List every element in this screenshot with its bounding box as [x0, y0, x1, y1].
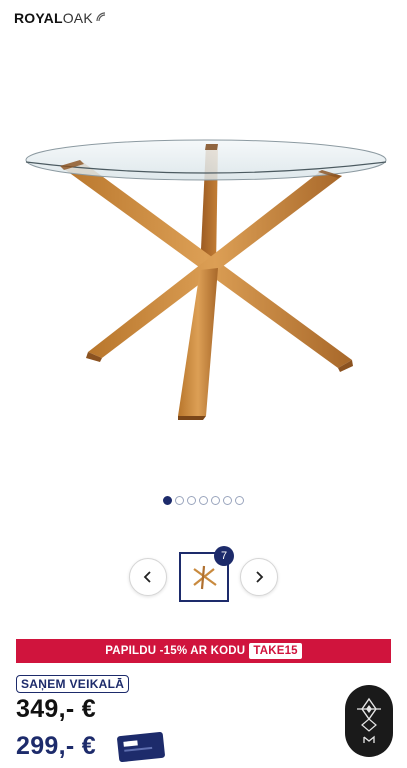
- next-image-button[interactable]: [240, 558, 278, 596]
- product-page: ROYAL OAK 7 PAPILDU -15% AR KODU TAKE15 …: [0, 0, 407, 768]
- pagination-dot[interactable]: [223, 496, 232, 505]
- ornament-icon: [357, 697, 381, 743]
- thumbnail-count-badge: 7: [214, 546, 234, 566]
- promo-text: PAPILDU -15% AR KODU: [105, 645, 246, 657]
- pagination-dot[interactable]: [235, 496, 244, 505]
- brand-name-bold: ROYAL: [14, 10, 63, 26]
- promo-banner[interactable]: PAPILDU -15% AR KODU TAKE15: [16, 639, 391, 663]
- loyalty-card-icon: [117, 731, 165, 762]
- chevron-left-icon: [143, 571, 151, 583]
- chevron-right-icon: [256, 571, 264, 583]
- pagination-dot[interactable]: [211, 496, 220, 505]
- promo-code: TAKE15: [249, 643, 302, 659]
- brand-logo[interactable]: ROYAL OAK: [14, 10, 107, 26]
- price-regular: 349,- €: [16, 695, 96, 723]
- thumbnail-strip: 7: [0, 546, 407, 604]
- brand-badge[interactable]: [345, 685, 393, 757]
- gallery-pagination: [0, 496, 407, 505]
- brand-signal-icon: [96, 12, 105, 22]
- pagination-dot[interactable]: [163, 496, 172, 505]
- pagination-dot[interactable]: [187, 496, 196, 505]
- brand-name-light: OAK: [62, 10, 93, 26]
- pickup-badge: SAŅEM VEIKALĀ: [16, 675, 130, 693]
- table-thumbnail-icon: [193, 565, 217, 590]
- pagination-dot[interactable]: [199, 496, 208, 505]
- price-sale: 299,- €: [16, 732, 96, 760]
- prev-image-button[interactable]: [129, 558, 167, 596]
- pagination-dot[interactable]: [175, 496, 184, 505]
- product-image[interactable]: [20, 120, 395, 430]
